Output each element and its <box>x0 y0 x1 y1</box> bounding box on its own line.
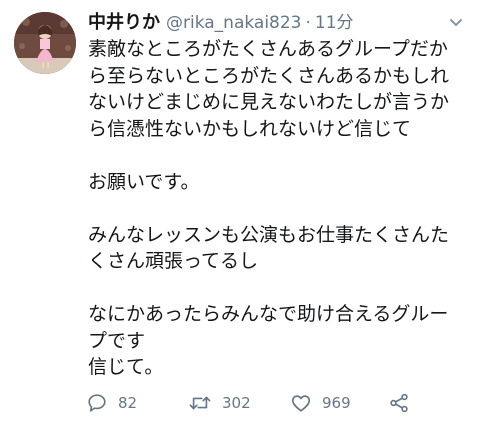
tweet-paragraph: みんなレッスンも公演もお仕事たくさんた くさん頑張ってるし <box>88 222 472 275</box>
tweet-line: みんなレッスンも公演もお仕事たくさんた <box>88 223 450 246</box>
display-name[interactable]: 中井りか <box>88 8 160 34</box>
tweet-line: 素敵なところがたくさんあるグループだか <box>88 38 448 60</box>
share-button[interactable] <box>388 392 410 414</box>
reply-count: 82 <box>118 394 138 412</box>
tweet-line: ら信憑性ないかもしれないけど信じて <box>88 117 412 140</box>
tweet-line: 信じて。 <box>88 356 164 378</box>
tweet-text: 素敵なところがたくさんあるグループだか ら至らないところがたくさんあるかもしれ … <box>88 36 472 381</box>
reply-button[interactable]: 82 <box>86 392 137 414</box>
retweet-count: 302 <box>222 394 251 412</box>
tweet-line: お願いです。 <box>88 170 200 193</box>
tweet-line: プです <box>88 329 146 352</box>
tweet-line: ないけどまじめに見えないわたしが言うか <box>88 91 450 113</box>
heart-icon <box>290 392 312 414</box>
avatar[interactable] <box>14 12 76 74</box>
chevron-down-icon[interactable] <box>446 12 466 32</box>
tweet-line: なにかあったらみんなで助け合えるグルー <box>88 303 449 325</box>
reply-icon <box>86 392 108 414</box>
user-handle[interactable]: @rika_nakai823 <box>166 13 302 33</box>
tweet-paragraph: お願いです。 <box>88 169 472 196</box>
share-icon <box>388 392 410 414</box>
tweet[interactable]: 中井りか @rika_nakai823 · 11分 素敵なところがたくさんあるグ… <box>0 0 480 422</box>
tweet-paragraph: 素敵なところがたくさんあるグループだか ら至らないところがたくさんあるかもしれ … <box>88 36 472 142</box>
tweet-paragraph: なにかあったらみんなで助け合えるグルー プです 信じて。 <box>88 301 472 381</box>
separator-dot: · <box>305 13 311 33</box>
like-button[interactable]: 969 <box>290 392 351 414</box>
retweet-icon <box>188 392 212 414</box>
tweet-line: くさん頑張ってるし <box>88 250 259 272</box>
tweet-actions: 82 302 969 <box>86 392 466 416</box>
avatar-image <box>14 12 76 74</box>
like-count: 969 <box>322 394 351 412</box>
retweet-button[interactable]: 302 <box>188 392 251 414</box>
timestamp[interactable]: 11分 <box>315 8 354 33</box>
tweet-header: 中井りか @rika_nakai823 · 11分 <box>88 8 354 34</box>
tweet-line: ら至らないところがたくさんあるかもしれ <box>88 64 450 87</box>
